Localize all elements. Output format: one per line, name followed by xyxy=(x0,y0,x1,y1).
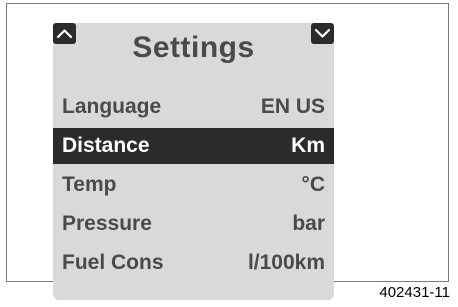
menu-item-temp[interactable]: Temp °C xyxy=(53,167,334,203)
menu-item-label: Fuel Cons xyxy=(62,251,164,274)
menu-item-label: Language xyxy=(62,95,162,118)
menu-item-value: °C xyxy=(301,173,325,196)
menu-item-distance[interactable]: Distance Km xyxy=(53,128,334,164)
menu-item-value: Km xyxy=(291,134,325,157)
menu-item-fuel-cons[interactable]: Fuel Cons l/100km xyxy=(53,245,334,281)
display-screen: Settings Language EN US Distance Km Temp… xyxy=(53,23,334,300)
menu-item-language[interactable]: Language EN US xyxy=(53,89,334,125)
menu-item-pressure[interactable]: Pressure bar xyxy=(53,206,334,242)
menu-item-value: l/100km xyxy=(247,251,325,274)
menu-item-value: EN US xyxy=(260,95,325,118)
menu-item-label: Temp xyxy=(62,173,117,196)
menu-item-label: Pressure xyxy=(62,212,152,235)
settings-menu: Language EN US Distance Km Temp °C Press… xyxy=(53,89,334,284)
figure-caption: 402431-11 xyxy=(379,284,450,301)
menu-item-label: Distance xyxy=(62,134,150,157)
menu-item-value: bar xyxy=(292,212,325,235)
page-title: Settings xyxy=(132,31,255,64)
